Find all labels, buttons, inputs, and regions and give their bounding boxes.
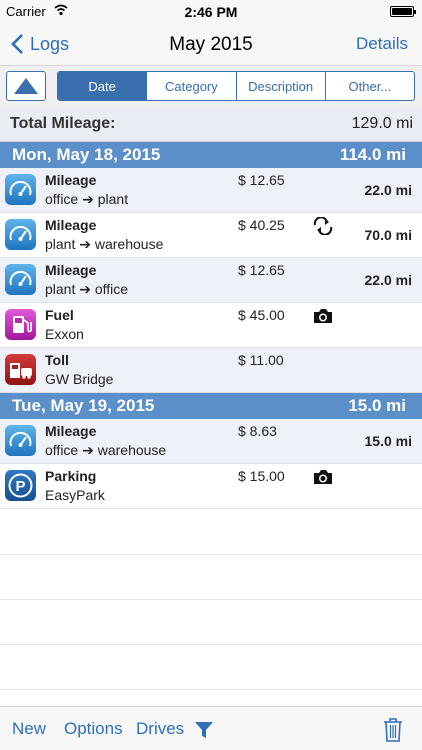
total-mileage-label: Total Mileage: (10, 115, 116, 132)
entry-amount: $ 45.00 (238, 307, 285, 323)
trash-icon[interactable] (382, 717, 404, 743)
segment-description[interactable]: Description (235, 72, 325, 100)
camera-icon (312, 468, 334, 486)
back-button[interactable]: Logs (10, 33, 69, 55)
filter-icon[interactable] (194, 720, 214, 740)
total-mileage-value: 129.0 mi (351, 115, 413, 132)
entry-amount: $ 40.25 (238, 217, 285, 233)
triangle-up-icon (14, 78, 38, 94)
log-entry-row[interactable]: Mileage plant ➔ office $ 12.65 22.0 mi (0, 258, 422, 303)
mileage-icon (5, 264, 36, 295)
mileage-icon (5, 174, 36, 205)
day-mileage: 15.0 mi (348, 396, 406, 415)
log-entry-row[interactable]: Mileage office ➔ warehouse $ 8.63 15.0 mi (0, 419, 422, 464)
segment-category[interactable]: Category (146, 72, 235, 100)
entry-category: Mileage (45, 172, 97, 188)
segment-other[interactable]: Other... (324, 72, 414, 100)
round-trip-icon (312, 216, 334, 236)
log-entry-row[interactable]: Mileage office ➔ plant $ 12.65 22.0 mi (0, 168, 422, 213)
parking-icon: P (5, 470, 36, 501)
entry-amount: $ 12.65 (238, 172, 285, 188)
details-button[interactable]: Details (356, 34, 408, 54)
entry-description: plant ➔ office (45, 281, 129, 297)
entry-distance: 15.0 mi (364, 433, 412, 449)
back-label: Logs (30, 33, 70, 54)
day-mileage: 114.0 mi (339, 145, 406, 164)
day-date: Mon, May 18, 2015 (12, 145, 161, 164)
clock: 2:46 PM (184, 4, 238, 20)
log-entry-row[interactable]: Fuel Exxon $ 45.00 (0, 303, 422, 348)
entry-category: Parking (45, 468, 97, 484)
status-bar: Carrier 2:46 PM (0, 0, 422, 22)
entry-description: plant ➔ warehouse (45, 236, 164, 252)
sort-segmented-control: Date Category Description Other... (57, 71, 415, 101)
sort-direction-button[interactable] (6, 71, 46, 101)
battery-icon (390, 6, 416, 17)
toll-icon (5, 354, 36, 385)
row-separator (0, 644, 422, 645)
log-list: Mon, May 18, 2015 114.0 mi Mileage office ➔… (0, 142, 422, 509)
entry-description: GW Bridge (45, 371, 114, 387)
log-entry-row[interactable]: Mileage plant ➔ warehouse $ 40.25 70.0 mi (0, 213, 422, 258)
bottom-toolbar: New Options Drives (0, 706, 422, 750)
row-separator (0, 554, 422, 555)
day-date: Tue, May 19, 2015 (12, 396, 155, 415)
navigation-bar: Logs May 2015 Details (0, 22, 422, 66)
entry-category: Mileage (45, 262, 97, 278)
entry-category: Toll (45, 352, 69, 368)
svg-text:P: P (15, 478, 25, 495)
entry-description: office ➔ warehouse (45, 442, 167, 458)
chevron-left-icon (11, 34, 23, 54)
mileage-icon (5, 219, 36, 250)
entry-amount: $ 11.00 (238, 352, 284, 368)
new-button[interactable]: New (12, 719, 46, 739)
entry-amount: $ 8.63 (238, 423, 277, 439)
entry-amount: $ 12.65 (238, 262, 285, 278)
entry-amount: $ 15.00 (238, 468, 285, 484)
entry-description: Exxon (45, 326, 84, 342)
log-entry-row[interactable]: Toll GW Bridge $ 11.00 (0, 348, 422, 393)
camera-icon (312, 307, 334, 325)
entry-distance: 22.0 mi (364, 182, 412, 198)
row-separator (0, 689, 422, 690)
entry-distance: 70.0 mi (364, 227, 412, 243)
mileage-icon (5, 425, 36, 456)
entry-description: office ➔ plant (45, 191, 129, 207)
day-header: Tue, May 19, 2015 15.0 mi (0, 393, 422, 419)
entry-category: Mileage (45, 217, 97, 233)
options-button[interactable]: Options (64, 719, 123, 739)
total-mileage-row: Total Mileage: 129.0 mi (0, 108, 422, 142)
drives-button[interactable]: Drives (136, 719, 184, 739)
row-separator (0, 599, 422, 600)
segment-date[interactable]: Date (58, 72, 147, 100)
entry-distance: 22.0 mi (364, 272, 412, 288)
entry-description: EasyPark (45, 487, 105, 503)
sort-bar: Date Category Description Other... (0, 66, 422, 108)
day-header: Mon, May 18, 2015 114.0 mi (0, 142, 422, 168)
log-entry-row[interactable]: P Parking EasyPark $ 15.00 (0, 464, 422, 509)
entry-category: Fuel (45, 307, 74, 323)
entry-category: Mileage (45, 423, 97, 439)
fuel-icon (5, 309, 36, 340)
